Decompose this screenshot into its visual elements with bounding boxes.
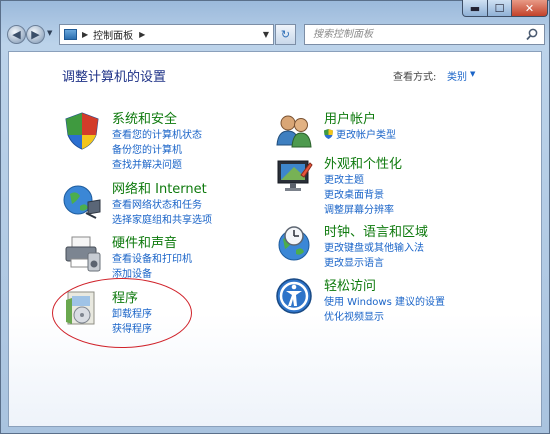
forward-button[interactable]: ▶ bbox=[26, 25, 45, 44]
minimize-button[interactable]: ▬ bbox=[462, 0, 488, 17]
link-adjust-resolution[interactable]: 调整屏幕分辨率 bbox=[324, 201, 394, 216]
printer-icon[interactable] bbox=[62, 233, 102, 273]
search-icon[interactable] bbox=[526, 28, 538, 41]
category-title-hardware-sound[interactable]: 硬件和声音 bbox=[112, 232, 177, 251]
link-backup-computer[interactable]: 备份您的计算机 bbox=[112, 141, 182, 156]
refresh-icon: ↻ bbox=[280, 28, 291, 41]
page-title: 调整计算机的设置 bbox=[62, 70, 167, 85]
uac-shield-icon bbox=[324, 129, 333, 139]
category-title-user-accounts[interactable]: 用户帐户 bbox=[324, 108, 376, 127]
search-input[interactable] bbox=[311, 28, 515, 41]
maximize-button[interactable]: ☐ bbox=[487, 0, 512, 17]
users-icon[interactable] bbox=[274, 111, 314, 151]
link-change-theme[interactable]: 更改主题 bbox=[324, 171, 364, 186]
close-button[interactable]: ✕ bbox=[511, 0, 548, 17]
control-panel-icon bbox=[64, 29, 77, 40]
link-change-keyboards[interactable]: 更改键盘或其他输入法 bbox=[324, 239, 424, 254]
link-optimize-visual-display[interactable]: 优化视频显示 bbox=[324, 308, 384, 323]
link-devices-printers[interactable]: 查看设备和打印机 bbox=[112, 250, 192, 265]
breadcrumb-separator-icon[interactable]: ▶ bbox=[139, 30, 145, 39]
link-homegroup-sharing[interactable]: 选择家庭组和共享选项 bbox=[112, 211, 212, 226]
link-windows-suggested-settings[interactable]: 使用 Windows 建议的设置 bbox=[324, 293, 445, 308]
view-by-caret-icon[interactable]: ▼ bbox=[470, 70, 475, 78]
breadcrumb-control-panel[interactable]: 控制面板 bbox=[93, 27, 133, 42]
link-change-account-type[interactable]: 更改帐户类型 bbox=[336, 126, 396, 141]
shield-icon[interactable] bbox=[62, 111, 102, 151]
category-title-appearance[interactable]: 外观和个性化 bbox=[324, 153, 402, 172]
category-title-ease-of-access[interactable]: 轻松访问 bbox=[324, 275, 376, 294]
link-view-network-status[interactable]: 查看网络状态和任务 bbox=[112, 196, 202, 211]
highlight-circle bbox=[52, 278, 192, 348]
refresh-button[interactable]: ↻ bbox=[275, 24, 296, 45]
back-button[interactable]: ◀ bbox=[7, 25, 26, 44]
view-by-label: 查看方式: bbox=[393, 72, 437, 83]
category-title-network-internet[interactable]: 网络和 Internet bbox=[112, 178, 207, 197]
view-by-dropdown[interactable]: 类别 bbox=[447, 68, 467, 83]
category-title-system-security[interactable]: 系统和安全 bbox=[112, 108, 177, 127]
history-dropdown-icon[interactable]: ▼ bbox=[47, 29, 52, 37]
link-change-desktop-background[interactable]: 更改桌面背景 bbox=[324, 186, 384, 201]
search-box[interactable] bbox=[304, 24, 545, 45]
link-change-display-language[interactable]: 更改显示语言 bbox=[324, 254, 384, 269]
ease-of-access-icon[interactable] bbox=[274, 276, 314, 316]
breadcrumb-separator-icon[interactable]: ▶ bbox=[82, 30, 88, 39]
link-view-computer-status[interactable]: 查看您的计算机状态 bbox=[112, 126, 202, 141]
category-title-clock-language-region[interactable]: 时钟、语言和区域 bbox=[324, 221, 428, 240]
monitor-icon[interactable] bbox=[274, 155, 314, 195]
clock-globe-icon[interactable] bbox=[274, 223, 314, 263]
link-find-fix-problems[interactable]: 查找并解决问题 bbox=[112, 156, 182, 171]
address-bar[interactable]: ▶ 控制面板 ▶ ▼ bbox=[59, 24, 274, 45]
address-dropdown-icon[interactable]: ▼ bbox=[263, 30, 269, 39]
network-globe-icon[interactable] bbox=[62, 180, 102, 220]
